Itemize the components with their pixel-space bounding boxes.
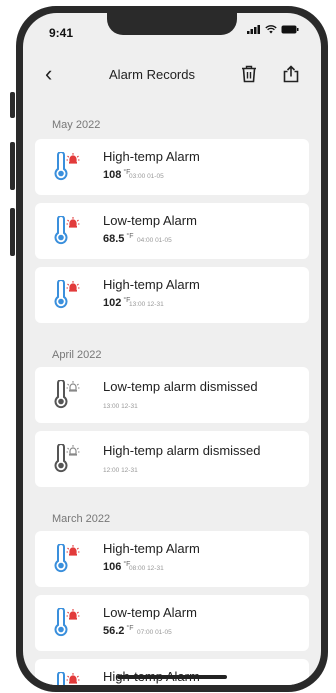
thermometer-alert-icon [53,215,85,251]
alarm-timestamp: 03:00 01-05 [129,173,164,180]
home-indicator [117,675,227,679]
alarm-title: Low-temp Alarm [103,605,197,620]
thermometer-alert-icon [53,279,85,315]
group-label: March 2022 [52,513,111,525]
temperature-number: 106 [103,561,122,573]
status-time: 9:41 [49,26,74,40]
wifi-icon [265,25,277,34]
share-icon [283,65,299,83]
temperature-unit: °F [126,233,134,240]
signal-icon [247,25,260,34]
alarm-timestamp: 13:00 12-31 [129,301,164,308]
share-button[interactable] [282,65,300,88]
group-label: May 2022 [52,119,101,131]
phone-frame: 9:41 ‹ Alarm Records May 2022 High-temp … [16,6,328,692]
alarm-timestamp: 08:00 12-31 [129,565,164,572]
temperature-value: 68.5 °F [103,233,134,245]
thermometer-alert-icon [53,543,85,579]
mute-switch [10,92,15,118]
alarm-timestamp: 12:00 12-31 [103,467,138,474]
temperature-value: 56.2 °F [103,625,134,637]
alarm-record-card[interactable]: High-temp Alarm 106 °F 08:00 12-31 [35,531,309,587]
alarm-title: Low-temp Alarm [103,213,197,228]
alarm-record-card[interactable]: Low-temp Alarm 68.5 °F 04:00 01-05 [35,203,309,259]
thermometer-alert-icon [53,151,85,187]
alarm-timestamp: 13:00 12-31 [103,403,138,410]
alarm-timestamp: 04:00 01-05 [137,237,172,244]
alarm-timestamp: 07:00 01-05 [137,629,172,636]
alarm-record-card[interactable]: Low-temp Alarm 56.2 °F 07:00 01-05 [35,595,309,651]
alarm-record-card[interactable]: High-temp Alarm 108 °F 03:00 01-05 [35,139,309,195]
trash-icon [242,65,256,83]
alarm-title: High-temp Alarm [103,277,200,292]
status-icons [247,25,299,34]
temperature-value: 102 °F [103,297,130,309]
temperature-unit: °F [126,625,134,632]
alarm-title: High-temp Alarm [103,541,200,556]
alarm-title: High-temp Alarm [103,149,200,164]
alarm-title: Low-temp alarm dismissed [103,379,258,394]
temperature-value: 108 °F [103,169,130,181]
thermometer-alert-icon [53,671,85,685]
status-bar: 9:41 [23,13,321,43]
app-screen: 9:41 ‹ Alarm Records May 2022 High-temp … [23,13,321,685]
header: ‹ Alarm Records [23,57,321,97]
alarm-record-card[interactable]: High-temp Alarm 102 °F 13:00 12-31 [35,267,309,323]
delete-button[interactable] [241,65,257,88]
alarm-record-card[interactable]: High-temp Alarm [35,659,309,685]
volume-up-button [10,142,15,190]
thermometer-dismissed-icon [53,379,85,415]
temperature-number: 56.2 [103,625,125,637]
thermometer-alert-icon [53,607,85,643]
thermometer-dismissed-icon [53,443,85,479]
alarm-record-card[interactable]: Low-temp alarm dismissed 13:00 12-31 [35,367,309,423]
temperature-number: 108 [103,169,122,181]
temperature-number: 68.5 [103,233,125,245]
battery-icon [281,25,299,34]
temperature-value: 106 °F [103,561,130,573]
temperature-number: 102 [103,297,122,309]
group-label: April 2022 [52,349,102,361]
alarm-title: High-temp alarm dismissed [103,443,261,458]
page-title: Alarm Records [109,67,195,82]
volume-down-button [10,208,15,256]
alarm-record-card[interactable]: High-temp alarm dismissed 12:00 12-31 [35,431,309,487]
